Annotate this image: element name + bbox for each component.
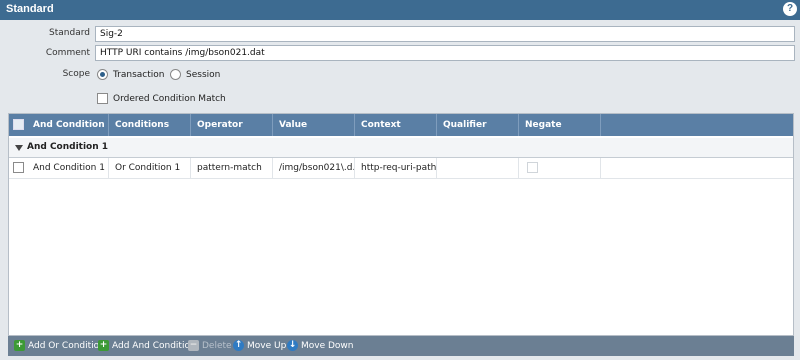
add-and-condition-label: Add And Condition bbox=[112, 341, 196, 351]
grid-header: And Condition Conditions Operator Value … bbox=[9, 114, 793, 136]
grid-toolbar: + Add Or Condition + Add And Condition −… bbox=[8, 336, 794, 356]
column-header-operator[interactable]: Operator bbox=[191, 114, 273, 136]
cell-operator: pattern-match bbox=[191, 158, 273, 179]
negate-checkbox[interactable] bbox=[527, 162, 538, 173]
cell-context: http-req-uri-path bbox=[355, 158, 437, 179]
delete-label: Delete bbox=[202, 341, 232, 351]
expand-triangle-icon[interactable] bbox=[15, 145, 23, 151]
signature-form: Standard Sig-2 Comment HTTP URI contains… bbox=[0, 20, 800, 113]
comment-input[interactable]: HTTP URI contains /img/bson021.dat bbox=[95, 45, 795, 61]
ordered-condition-label: Ordered Condition Match bbox=[113, 94, 226, 104]
add-or-condition-button[interactable]: + Add Or Condition bbox=[14, 339, 105, 353]
delete-button[interactable]: − Delete bbox=[188, 339, 232, 353]
column-header-value[interactable]: Value bbox=[273, 114, 355, 136]
plus-icon: + bbox=[98, 340, 109, 351]
cell-conditions: Or Condition 1 bbox=[109, 158, 191, 179]
comment-label: Comment bbox=[45, 48, 90, 58]
dialog-titlebar: Standard ? bbox=[0, 0, 800, 20]
scope-session-radio[interactable] bbox=[170, 69, 181, 80]
scope-session-label: Session bbox=[186, 70, 221, 80]
column-header-context[interactable]: Context bbox=[355, 114, 437, 136]
move-up-button[interactable]: ↑ Move Up bbox=[233, 339, 286, 353]
select-all-checkbox[interactable] bbox=[13, 119, 24, 130]
move-up-label: Move Up bbox=[247, 341, 287, 351]
arrow-down-icon: ↓ bbox=[287, 340, 298, 351]
cell-and-condition: And Condition 1 bbox=[27, 158, 109, 179]
add-and-condition-button[interactable]: + Add And Condition bbox=[98, 339, 196, 353]
row-select-checkbox[interactable] bbox=[13, 162, 24, 173]
scope-label: Scope bbox=[62, 69, 90, 79]
move-down-label: Move Down bbox=[301, 341, 354, 351]
standard-label: Standard bbox=[49, 28, 90, 38]
column-header-negate[interactable]: Negate bbox=[519, 114, 601, 136]
arrow-up-icon: ↑ bbox=[233, 340, 244, 351]
cell-negate bbox=[519, 158, 601, 179]
ordered-condition-checkbox[interactable] bbox=[97, 93, 108, 104]
group-label: And Condition 1 bbox=[27, 142, 109, 152]
add-or-condition-label: Add Or Condition bbox=[28, 341, 105, 351]
dialog-title: Standard bbox=[6, 3, 54, 15]
scope-transaction-label: Transaction bbox=[113, 70, 165, 80]
scope-transaction-radio[interactable] bbox=[97, 69, 108, 80]
cell-qualifier bbox=[437, 158, 519, 179]
column-header-qualifier[interactable]: Qualifier bbox=[437, 114, 519, 136]
standard-name-input[interactable]: Sig-2 bbox=[95, 26, 795, 42]
help-icon[interactable]: ? bbox=[783, 2, 797, 16]
group-row[interactable]: And Condition 1 bbox=[9, 138, 793, 158]
column-header-conditions[interactable]: Conditions bbox=[109, 114, 191, 136]
conditions-grid: And Condition Conditions Operator Value … bbox=[8, 113, 794, 336]
cell-value: /img/bson021\.d... bbox=[273, 158, 355, 179]
move-down-button[interactable]: ↓ Move Down bbox=[287, 339, 354, 353]
plus-icon: + bbox=[14, 340, 25, 351]
column-header-and-condition[interactable]: And Condition bbox=[27, 114, 109, 136]
minus-icon: − bbox=[188, 340, 199, 351]
table-row[interactable]: And Condition 1 Or Condition 1 pattern-m… bbox=[9, 158, 793, 179]
